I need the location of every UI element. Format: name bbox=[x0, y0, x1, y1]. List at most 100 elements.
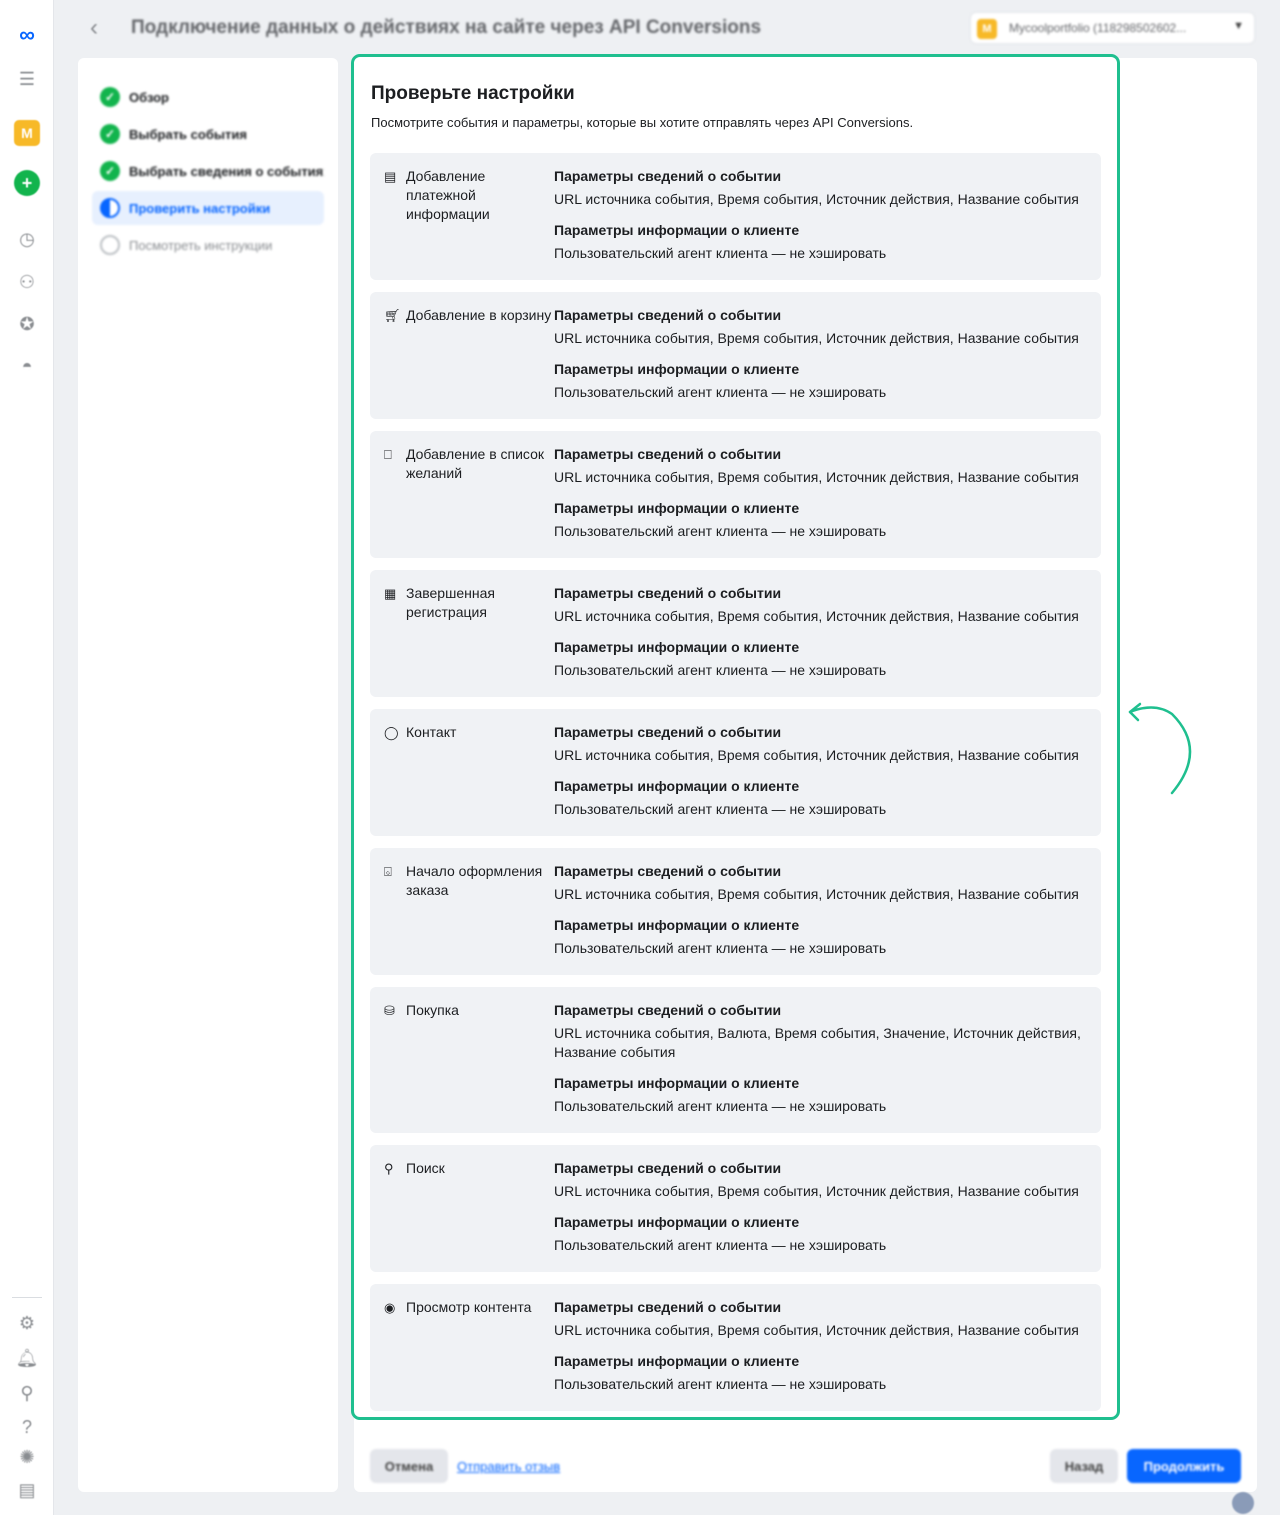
customer-params-value: Пользовательский агент клиента — не хэши… bbox=[554, 662, 887, 678]
step-label: Проверить настройки bbox=[129, 200, 271, 216]
star-icon[interactable]: ✪ bbox=[14, 311, 40, 337]
cart-icon: 🛒︎ bbox=[384, 308, 401, 323]
top-bar: ‹ Подключение данных о действиях на сайт… bbox=[54, 0, 1280, 58]
event-name: ⚲ Поиск bbox=[384, 1159, 554, 1178]
panel-icon[interactable]: ▤ bbox=[14, 1477, 40, 1503]
help-icon[interactable]: ? bbox=[14, 1414, 40, 1440]
event-params-value: URL источника события, Время события, Ис… bbox=[554, 330, 1079, 346]
step-select-events[interactable]: ✓ Выбрать события bbox=[92, 117, 324, 151]
menu-icon[interactable]: ☰ bbox=[14, 66, 40, 92]
card-icon: ▤ bbox=[384, 169, 397, 184]
customer-params-heading: Параметры информации о клиенте bbox=[554, 222, 800, 238]
event-params-heading: Параметры сведений о событии bbox=[554, 168, 782, 184]
event-params: Параметры сведений о событии URL источни… bbox=[554, 584, 1084, 680]
event-name-label: Покупка bbox=[406, 1002, 459, 1018]
chevron-down-icon: ▼ bbox=[1233, 20, 1244, 32]
check-icon: ✓ bbox=[100, 124, 120, 144]
customer-params-value: Пользовательский агент клиента — не хэши… bbox=[554, 1376, 887, 1392]
event-params-value: URL источника события, Время события, Ис… bbox=[554, 469, 1079, 485]
step-label: Обзор bbox=[129, 89, 169, 105]
event-params: Параметры сведений о событии URL источни… bbox=[554, 723, 1084, 819]
event-card: ⛁ Покупка Параметры сведений о событии U… bbox=[370, 987, 1101, 1133]
hat-icon[interactable]: ◓ bbox=[14, 353, 40, 379]
back-arrow-icon[interactable]: ‹ bbox=[90, 14, 98, 42]
event-params-heading: Параметры сведений о событии bbox=[554, 1160, 782, 1176]
check-icon: ✓ bbox=[100, 161, 120, 181]
customer-params-value: Пользовательский агент клиента — не хэши… bbox=[554, 245, 887, 261]
event-params: Параметры сведений о событии URL источни… bbox=[554, 1001, 1084, 1116]
clock-icon[interactable]: ◷ bbox=[14, 226, 40, 252]
event-card: ⎕ Добавление в список желаний Параметры … bbox=[370, 431, 1101, 558]
step-overview[interactable]: ✓ Обзор bbox=[92, 80, 324, 114]
add-icon[interactable]: + bbox=[14, 170, 40, 196]
customer-params-heading: Параметры информации о клиенте bbox=[554, 500, 800, 516]
panel-subtitle: Посмотрите события и параметры, которые … bbox=[371, 115, 914, 130]
customer-params-value: Пользовательский агент клиента — не хэши… bbox=[554, 940, 887, 956]
feedback-link[interactable]: Отправить отзыв bbox=[457, 1449, 577, 1483]
search-icon[interactable]: ⚲ bbox=[14, 1380, 40, 1406]
event-name: ⎕ Добавление в список желаний bbox=[384, 445, 554, 483]
customer-params-value: Пользовательский агент клиента — не хэши… bbox=[554, 384, 887, 400]
bag-icon: ⛁ bbox=[384, 1003, 395, 1018]
event-name-label: Просмотр контента bbox=[406, 1299, 532, 1315]
account-avatar[interactable]: M bbox=[14, 120, 40, 146]
event-name-label: Начало оформления заказа bbox=[406, 863, 543, 898]
event-card: ⌺ Начало оформления заказа Параметры све… bbox=[370, 848, 1101, 975]
left-nav-rail: ∞ ☰ M + ◷ ⚇ ✪ ◓ ⚙ 🔔︎ ⚲ ? ✺ ▤ bbox=[0, 0, 54, 1515]
event-params-heading: Параметры сведений о событии bbox=[554, 307, 782, 323]
event-params: Параметры сведений о событии URL источни… bbox=[554, 862, 1084, 958]
meta-logo-icon[interactable]: ∞ bbox=[14, 22, 40, 48]
progress-icon bbox=[100, 198, 120, 218]
event-name: ◉ Просмотр контента bbox=[384, 1298, 554, 1317]
review-settings-panel: Проверьте настройки Посмотрите события и… bbox=[351, 54, 1120, 1420]
back-button[interactable]: Назад bbox=[1050, 1449, 1118, 1483]
account-name: Mycoolportfolio (118298502602... bbox=[1009, 21, 1187, 35]
continue-button[interactable]: Продолжить bbox=[1127, 1449, 1241, 1483]
event-params: Параметры сведений о событии URL источни… bbox=[554, 1298, 1084, 1394]
event-name-label: Контакт bbox=[406, 724, 457, 740]
panel-title: Проверьте настройки bbox=[371, 83, 575, 104]
event-params-value: URL источника события, Время события, Ис… bbox=[554, 608, 1079, 624]
event-params: Параметры сведений о событии URL источни… bbox=[554, 445, 1084, 541]
steps-sidebar: ✓ Обзор ✓ Выбрать события ✓ Выбрать свед… bbox=[78, 58, 338, 1492]
customer-params-value: Пользовательский агент клиента — не хэши… bbox=[554, 801, 887, 817]
bookmark-icon: ⎕ bbox=[384, 447, 392, 462]
account-selector[interactable]: M Mycoolportfolio (118298502602... ▼ bbox=[970, 12, 1255, 44]
step-label: Посмотреть инструкции bbox=[129, 237, 273, 253]
event-name-label: Завершенная регистрация bbox=[406, 585, 495, 620]
step-label: Выбрать события bbox=[129, 126, 247, 142]
event-params-heading: Параметры сведений о событии bbox=[554, 863, 782, 879]
event-name-label: Добавление в список желаний bbox=[406, 446, 545, 481]
event-params-value: URL источника события, Время события, Ис… bbox=[554, 886, 1079, 902]
bug-icon[interactable]: ✺ bbox=[14, 1444, 40, 1470]
step-select-event-details[interactable]: ✓ Выбрать сведения о событиях bbox=[92, 154, 324, 188]
event-params: Параметры сведений о событии URL источни… bbox=[554, 306, 1084, 402]
event-name: ▦ Завершенная регистрация bbox=[384, 584, 554, 622]
event-params: Параметры сведений о событии URL источни… bbox=[554, 1159, 1084, 1255]
gear-icon[interactable]: ⚙ bbox=[14, 1310, 40, 1336]
event-name: ▤ Добавление платежной информации bbox=[384, 167, 554, 224]
step-view-instructions[interactable]: Посмотреть инструкции bbox=[92, 228, 324, 262]
customer-params-value: Пользовательский агент клиента — не хэши… bbox=[554, 1237, 887, 1253]
event-name: ◯ Контакт bbox=[384, 723, 554, 742]
event-params-value: URL источника события, Время события, Ис… bbox=[554, 1183, 1079, 1199]
event-name-label: Добавление в корзину bbox=[406, 307, 552, 323]
event-card: ▦ Завершенная регистрация Параметры свед… bbox=[370, 570, 1101, 697]
event-params-heading: Параметры сведений о событии bbox=[554, 446, 782, 462]
event-card: 🛒︎ Добавление в корзину Параметры сведен… bbox=[370, 292, 1101, 419]
event-params-heading: Параметры сведений о событии bbox=[554, 1002, 782, 1018]
event-card: ◯ Контакт Параметры сведений о событии U… bbox=[370, 709, 1101, 836]
customer-params-heading: Параметры информации о клиенте bbox=[554, 778, 800, 794]
step-review-settings[interactable]: Проверить настройки bbox=[92, 191, 324, 225]
bell-icon[interactable]: 🔔︎ bbox=[14, 1345, 40, 1371]
globe-icon[interactable] bbox=[1232, 1492, 1254, 1514]
customer-params-heading: Параметры информации о клиенте bbox=[554, 361, 800, 377]
event-card: ⚲ Поиск Параметры сведений о событии URL… bbox=[370, 1145, 1101, 1272]
cancel-button[interactable]: Отмена bbox=[370, 1449, 448, 1483]
customer-params-heading: Параметры информации о клиенте bbox=[554, 1353, 800, 1369]
basket-icon: ⌺ bbox=[384, 864, 392, 879]
event-params-heading: Параметры сведений о событии bbox=[554, 724, 782, 740]
account-badge: M bbox=[977, 19, 997, 39]
event-params-heading: Параметры сведений о событии bbox=[554, 585, 782, 601]
network-icon[interactable]: ⚇ bbox=[14, 269, 40, 295]
